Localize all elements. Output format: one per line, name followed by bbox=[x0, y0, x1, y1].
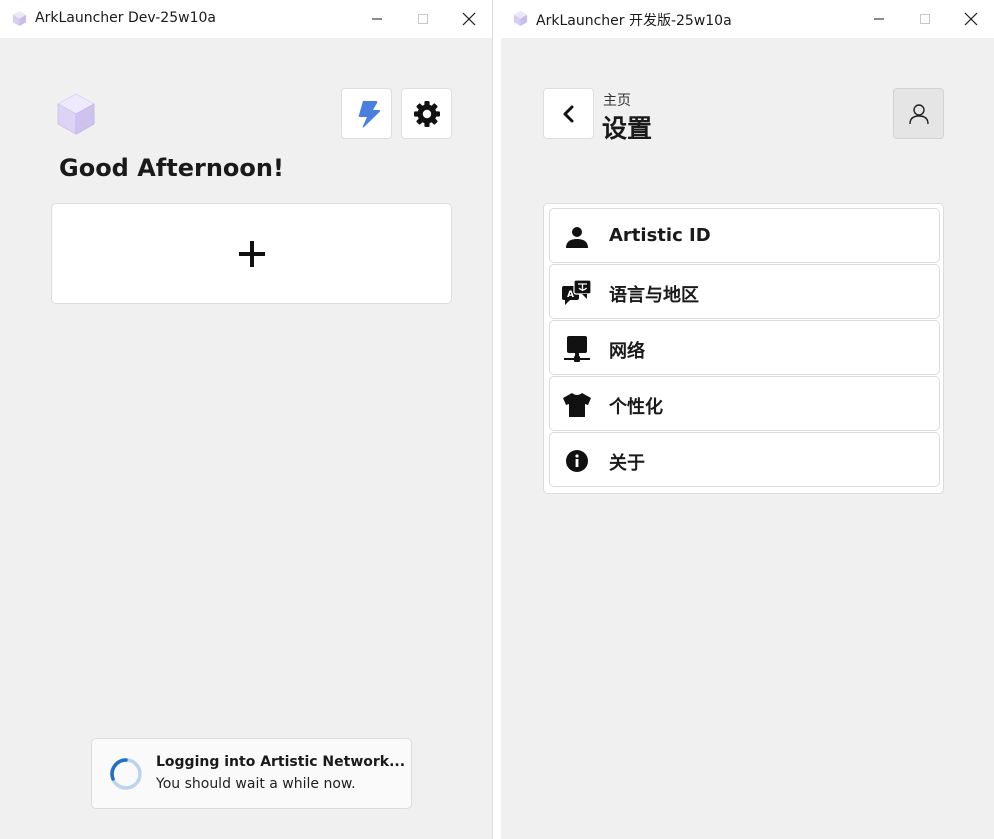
settings-window: ArkLauncher 开发版-25w10a 主页 设置 Artistic ID bbox=[501, 0, 994, 839]
settings-item-artistic-id[interactable]: Artistic ID bbox=[549, 208, 940, 263]
settings-item-label: 关于 bbox=[609, 453, 645, 474]
add-instance-card[interactable] bbox=[51, 203, 452, 304]
settings-item-label: 语言与地区 bbox=[609, 285, 699, 306]
toast-title: Logging into Artistic Network... bbox=[156, 754, 406, 770]
toast-message: You should wait a while now. bbox=[156, 776, 356, 792]
close-icon bbox=[964, 12, 978, 26]
minimize-icon bbox=[372, 18, 382, 20]
loading-spinner-icon bbox=[110, 758, 142, 790]
greeting-heading: Good Afternoon! bbox=[59, 154, 284, 182]
settings-item-about[interactable]: 关于 bbox=[549, 432, 940, 487]
cube-app-icon bbox=[12, 10, 27, 27]
maximize-button[interactable] bbox=[400, 0, 446, 38]
close-button[interactable] bbox=[948, 0, 994, 38]
main-window: ArkLauncher Dev-25w10a Good Afternoon! L… bbox=[0, 0, 493, 839]
cube-app-icon bbox=[513, 10, 528, 27]
minimize-button[interactable] bbox=[856, 0, 902, 38]
settings-item-personalization[interactable]: 个性化 bbox=[549, 376, 940, 431]
network-icon bbox=[562, 334, 592, 364]
login-toast: Logging into Artistic Network... You sho… bbox=[91, 738, 412, 809]
cube-logo-icon bbox=[56, 93, 96, 135]
lightning-icon bbox=[358, 100, 380, 128]
page-title: 设置 bbox=[602, 114, 653, 143]
svg-text:A: A bbox=[567, 290, 574, 300]
settings-item-language-region[interactable]: A 语言与地区 bbox=[549, 264, 940, 319]
settings-item-label: 网络 bbox=[609, 341, 645, 362]
settings-item-network[interactable]: 网络 bbox=[549, 320, 940, 375]
plus-icon bbox=[238, 240, 265, 267]
settings-item-label: Artistic ID bbox=[609, 225, 711, 246]
window-title: ArkLauncher Dev-25w10a bbox=[35, 10, 216, 26]
minimize-button[interactable] bbox=[354, 0, 400, 38]
info-icon bbox=[562, 446, 592, 476]
gear-icon bbox=[413, 100, 440, 127]
close-icon bbox=[462, 12, 476, 26]
shirt-icon bbox=[562, 390, 592, 420]
minimize-icon bbox=[874, 18, 884, 20]
settings-list: Artistic ID A 语言与地区 网络 个性化 关于 bbox=[543, 203, 944, 494]
user-outline-icon bbox=[908, 103, 929, 124]
maximize-icon bbox=[920, 14, 930, 24]
title-bar[interactable]: ArkLauncher Dev-25w10a bbox=[0, 0, 492, 38]
title-bar[interactable]: ArkLauncher 开发版-25w10a bbox=[501, 0, 994, 38]
chevron-left-icon bbox=[563, 105, 573, 122]
translate-icon: A bbox=[562, 278, 592, 308]
quick-launch-button[interactable] bbox=[341, 88, 392, 139]
maximize-icon bbox=[418, 14, 428, 24]
breadcrumb[interactable]: 主页 bbox=[603, 90, 631, 110]
account-button[interactable] bbox=[893, 88, 944, 139]
person-icon bbox=[562, 222, 592, 252]
back-button[interactable] bbox=[543, 88, 594, 139]
maximize-button[interactable] bbox=[902, 0, 948, 38]
settings-button[interactable] bbox=[401, 88, 452, 139]
window-title: ArkLauncher 开发版-25w10a bbox=[536, 13, 732, 29]
settings-item-label: 个性化 bbox=[609, 397, 663, 418]
close-button[interactable] bbox=[446, 0, 492, 38]
